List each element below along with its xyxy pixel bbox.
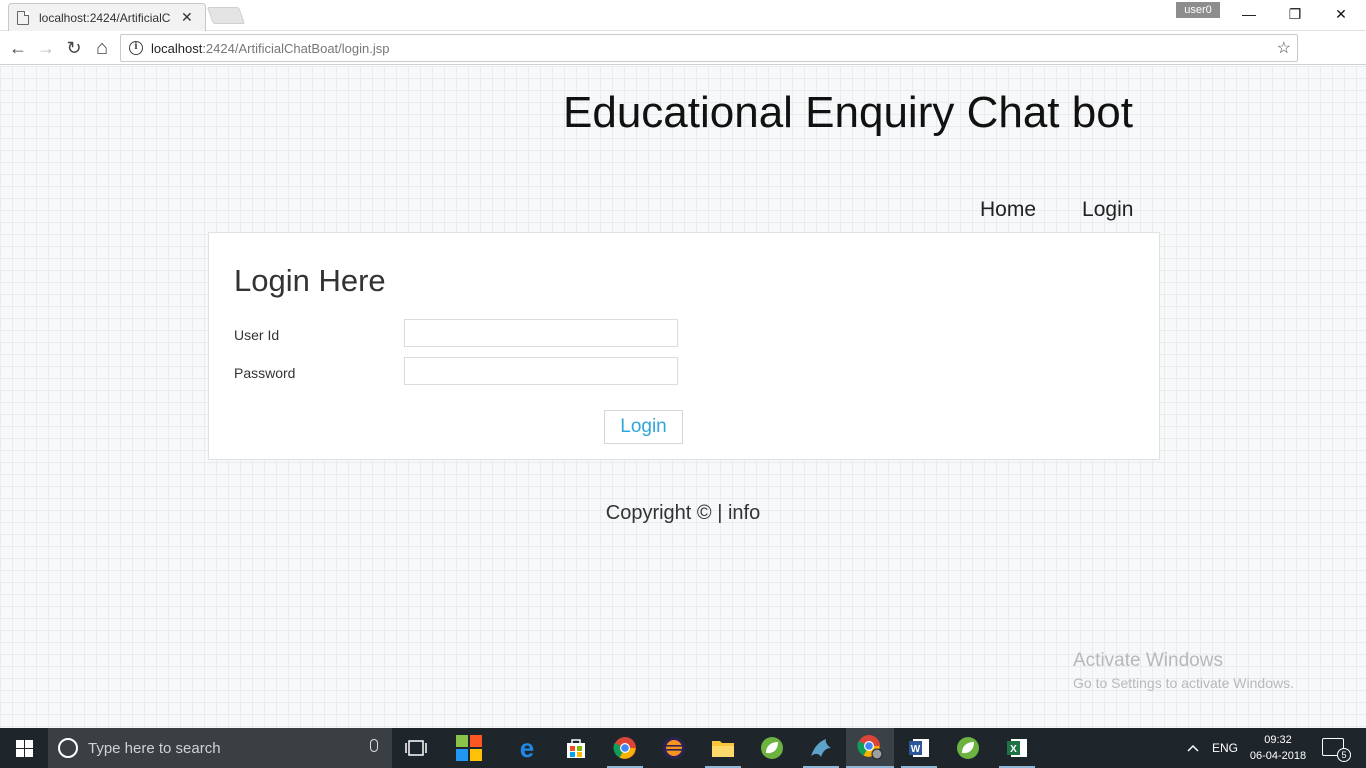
microphone-icon[interactable] (370, 739, 378, 752)
forward-arrow-icon[interactable]: → (34, 36, 58, 60)
info-link[interactable]: info (728, 502, 760, 524)
colorful-app-icon[interactable] (445, 728, 493, 768)
edge-icon[interactable]: e (503, 728, 551, 768)
taskbar-clock[interactable]: 09:32 06-04-2018 (1248, 732, 1308, 764)
activate-windows-watermark: Activate Windows Go to Settings to activ… (1073, 650, 1294, 691)
svg-text:X: X (1010, 744, 1017, 755)
password-label: Password (234, 365, 296, 381)
reload-icon[interactable]: ↻ (62, 36, 86, 60)
login-submit-button[interactable]: Login (604, 410, 683, 444)
copyright-text: Copyright © | (605, 502, 728, 524)
svg-text:e: e (520, 736, 534, 760)
watermark-line1: Activate Windows (1073, 650, 1223, 671)
spring-tool-icon[interactable] (748, 728, 796, 768)
profile-badge[interactable]: user0 (1176, 2, 1220, 18)
user-id-input[interactable] (404, 319, 678, 347)
restore-button[interactable]: ❐ (1272, 0, 1318, 28)
notification-center-icon[interactable]: 5 (1322, 738, 1351, 762)
clock-date: 06-04-2018 (1249, 750, 1307, 762)
home-icon[interactable]: ⌂ (90, 36, 114, 60)
chrome-icon[interactable] (601, 728, 649, 768)
taskbar-search-box[interactable]: Type here to search (48, 728, 392, 768)
svg-text:W: W (911, 744, 921, 755)
page-viewport: Educational Enquiry Chat bot Home Login … (0, 66, 1366, 728)
store-icon[interactable] (552, 728, 600, 768)
chrome-user-icon[interactable] (846, 728, 894, 768)
minimize-button[interactable]: — (1226, 0, 1272, 28)
close-window-button[interactable]: ✕ (1318, 0, 1364, 28)
nav-home-link[interactable]: Home (964, 198, 1052, 222)
notification-count-badge: 5 (1337, 748, 1351, 762)
eclipse-icon[interactable] (650, 728, 698, 768)
password-input[interactable] (404, 357, 678, 385)
spring-tool-icon-2[interactable] (944, 728, 992, 768)
cortana-icon (58, 738, 78, 758)
excel-icon[interactable]: X (993, 728, 1041, 768)
watermark-line2: Go to Settings to activate Windows. (1073, 675, 1294, 691)
language-indicator[interactable]: ENG (1212, 728, 1238, 768)
login-card: Login Here User Id Password Login (208, 232, 1160, 460)
browser-toolbar: ← → ↻ ⌂ i localhost:2424/ArtificialChatB… (0, 31, 1366, 88)
url-host: localhost (151, 40, 203, 56)
word-icon[interactable]: W (895, 728, 943, 768)
address-bar[interactable]: i localhost:2424/ArtificialChatBoat/logi… (120, 34, 1298, 62)
site-info-icon[interactable]: i (129, 41, 143, 55)
bookmark-star-icon[interactable]: ☆ (1277, 38, 1291, 58)
page-title: Educational Enquiry Chat bot (563, 88, 1133, 137)
search-placeholder: Type here to search (88, 739, 221, 757)
task-view-icon[interactable] (392, 728, 440, 768)
user-id-label: User Id (234, 327, 280, 343)
nav-login-link[interactable]: Login (1066, 198, 1149, 222)
browser-tab[interactable]: localhost:2424/ArtificialC ✕ (8, 3, 206, 31)
browser-tabstrip: localhost:2424/ArtificialC ✕ user0 — ❐ ✕ (0, 0, 1366, 31)
new-tab-button[interactable] (206, 7, 246, 24)
tab-title: localhost:2424/ArtificialC (39, 10, 171, 25)
login-heading: Login Here (234, 263, 386, 298)
tab-close-icon[interactable]: ✕ (181, 9, 193, 26)
back-arrow-icon[interactable]: ← (6, 36, 30, 60)
site-nav: Home Login (964, 198, 1163, 222)
footer-copyright: Copyright © | info (0, 502, 1366, 525)
page-icon (17, 10, 29, 25)
tray-overflow-icon[interactable] (1186, 728, 1200, 768)
clock-time: 09:32 (1264, 734, 1292, 746)
mysql-dolphin-icon[interactable] (797, 728, 845, 768)
windows-start-icon[interactable] (0, 728, 48, 768)
file-explorer-icon[interactable] (699, 728, 747, 768)
taskbar: Type here to search e W X ENG 09:32 06-0… (0, 728, 1366, 768)
url-path: :2424/ArtificialChatBoat/login.jsp (202, 40, 390, 56)
